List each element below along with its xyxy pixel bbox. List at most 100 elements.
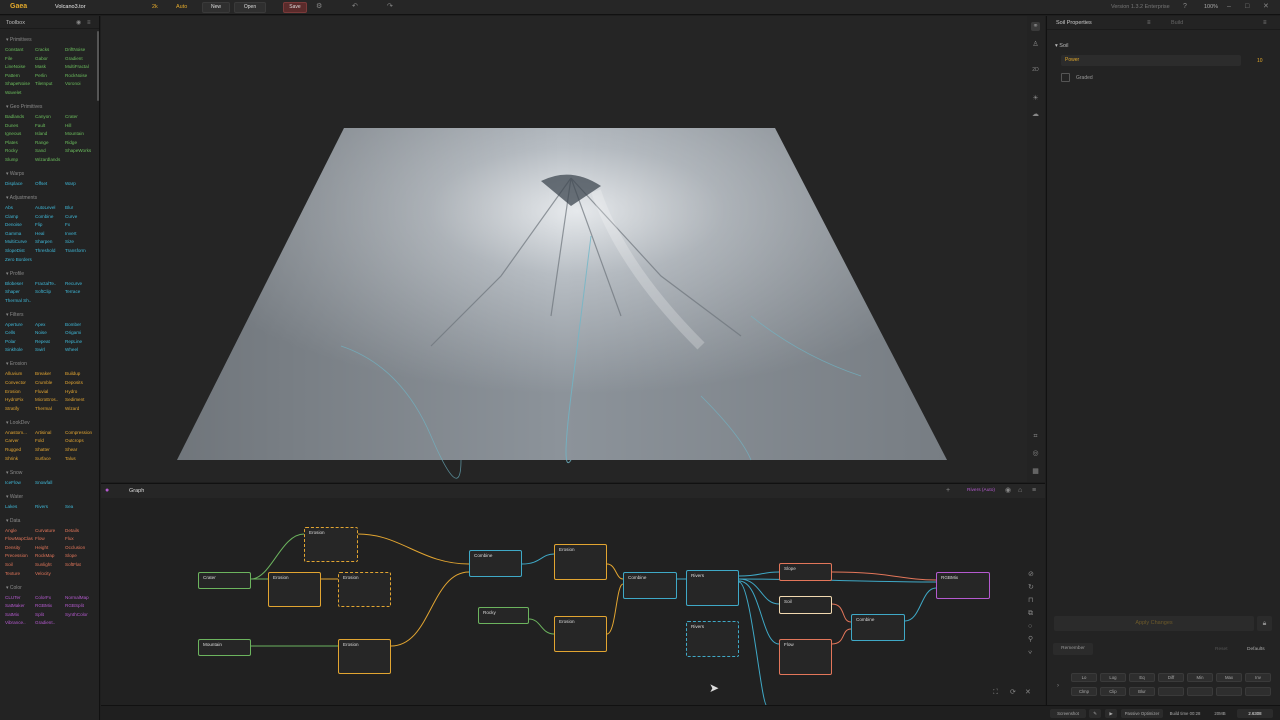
toolbox-node-item[interactable]: Carver bbox=[5, 437, 35, 444]
lock-icon[interactable]: 🔒︎ bbox=[1257, 616, 1272, 631]
toolbox-node-item[interactable]: Abs bbox=[5, 204, 35, 211]
toolbox-node-item[interactable]: Hydro bbox=[65, 388, 99, 395]
toolbox-node-item[interactable]: Erosion bbox=[5, 388, 35, 395]
undo-icon[interactable]: ↶ bbox=[352, 3, 358, 11]
play-icon[interactable]: ▶ bbox=[1105, 709, 1117, 718]
graph-node-rivers[interactable]: Rivers bbox=[686, 621, 739, 657]
toolbox-node-item[interactable]: Cells bbox=[5, 329, 35, 336]
rotate-icon[interactable]: ⟳ bbox=[1010, 689, 1016, 697]
toolbox-node-item[interactable]: Snowfall bbox=[35, 479, 65, 486]
toolbox-node-item[interactable]: Anastom... bbox=[5, 429, 35, 436]
toolbox-node-item[interactable]: Shear bbox=[65, 446, 99, 453]
category-title[interactable]: ▾ Adjustments bbox=[0, 191, 99, 204]
expand-icon[interactable]: › bbox=[1057, 682, 1059, 690]
toolbox-node-item[interactable]: Flip bbox=[35, 221, 65, 228]
toolbox-node-item[interactable]: RockMap bbox=[35, 552, 65, 559]
defaults-button[interactable]: Defaults bbox=[1247, 647, 1265, 652]
toolbox-node-item[interactable]: Mountain bbox=[65, 130, 99, 137]
person-icon[interactable]: ♙ bbox=[1031, 40, 1040, 49]
power-slider[interactable]: Power bbox=[1061, 55, 1241, 66]
toolbox-node-item[interactable]: Gabor bbox=[35, 55, 65, 62]
toolbox-node-item[interactable]: Fluvial bbox=[35, 388, 65, 395]
toolbox-node-item[interactable]: Alluvium bbox=[5, 370, 35, 377]
toolbox-node-item[interactable]: Aperture bbox=[5, 321, 35, 328]
graph-node-mountain[interactable]: Mountain bbox=[198, 639, 251, 656]
toolbox-node-item[interactable]: Sediment bbox=[65, 396, 99, 403]
mix-mode-button[interactable]: Diff bbox=[1158, 673, 1184, 682]
toolbox-node-item[interactable]: RGBMix bbox=[35, 602, 65, 609]
cloud-icon[interactable]: ☁ bbox=[1031, 110, 1040, 119]
mix-mode-button[interactable]: Inv bbox=[1245, 673, 1271, 682]
toolbox-node-item[interactable]: Wizard bbox=[65, 405, 99, 412]
toolbox-node-item[interactable]: Lakes bbox=[5, 503, 35, 510]
category-title[interactable]: ▾ Water bbox=[0, 490, 99, 503]
disable-icon[interactable]: ⊘ bbox=[1028, 571, 1034, 579]
toolbox-node-item[interactable]: Flux bbox=[65, 535, 99, 542]
toolbox-node-item[interactable]: Polar bbox=[5, 338, 35, 345]
mix-mode-button[interactable]: Lo bbox=[1071, 673, 1097, 682]
toolbox-node-item[interactable]: Density bbox=[5, 544, 35, 551]
toolbox-node-item[interactable]: Cracks bbox=[35, 46, 65, 53]
help-icon[interactable]: ? bbox=[1183, 3, 1187, 11]
toolbox-node-item[interactable]: ShapeWorks bbox=[65, 147, 99, 154]
toolbox-node-item[interactable]: Blur bbox=[65, 204, 99, 211]
category-title[interactable]: ▾ Filters bbox=[0, 308, 99, 321]
toolbox-node-item[interactable]: Surface bbox=[35, 455, 65, 462]
mix-mode-button[interactable]: Log bbox=[1100, 673, 1126, 682]
toolbox-node-item[interactable]: Noise bbox=[35, 329, 65, 336]
resolution-dropdown[interactable]: 2k bbox=[152, 4, 158, 10]
toolbox-node-item[interactable]: Rugged bbox=[5, 446, 35, 453]
toolbox-node-item[interactable]: Denoise bbox=[5, 221, 35, 228]
toolbox-node-item[interactable]: Range bbox=[35, 139, 65, 146]
toolbox-node-item[interactable]: Gradient.. bbox=[35, 619, 65, 626]
graph-node-flow[interactable]: Flow bbox=[779, 639, 832, 675]
toolbox-node-item[interactable]: Talus bbox=[65, 455, 99, 462]
toolbox-node-item[interactable]: Shrink bbox=[5, 455, 35, 462]
toolbox-node-item[interactable]: Igneous bbox=[5, 130, 35, 137]
toolbox-node-item[interactable]: Recurve bbox=[65, 280, 99, 287]
save-button[interactable]: Save bbox=[283, 2, 307, 13]
mix-mode-button[interactable]: Min bbox=[1187, 673, 1213, 682]
toolbox-node-item[interactable]: Texture bbox=[5, 570, 35, 577]
toolbox-node-item[interactable]: Details bbox=[65, 527, 99, 534]
toolbox-node-item[interactable]: Convector bbox=[5, 379, 35, 386]
category-title[interactable]: ▾ Color bbox=[0, 581, 99, 594]
toolbox-node-item[interactable]: Fold bbox=[35, 437, 65, 444]
toolbox-node-item[interactable]: Wavelet bbox=[5, 89, 35, 96]
toolbox-node-item[interactable]: Curvature bbox=[35, 527, 65, 534]
toolbox-node-item[interactable]: Thermal Sh.. bbox=[5, 297, 35, 304]
toolbox-node-item[interactable]: Angle bbox=[5, 527, 35, 534]
mix-mode-button[interactable] bbox=[1216, 687, 1242, 696]
toolbox-node-item[interactable]: Rocky bbox=[5, 147, 35, 154]
toolbox-node-item[interactable]: Offset bbox=[35, 180, 65, 187]
close-icon[interactable]: ✕ bbox=[1263, 3, 1269, 11]
graph-node-rgbmix[interactable]: RGBMix bbox=[936, 572, 990, 599]
build-menu-icon[interactable]: ≡ bbox=[1263, 19, 1267, 27]
link-icon[interactable]: ⚭ bbox=[1031, 22, 1040, 31]
eye-icon[interactable]: ◉ bbox=[76, 19, 81, 27]
sun-icon[interactable]: ☀ bbox=[1031, 94, 1040, 103]
props-menu-icon[interactable]: ≡ bbox=[1147, 19, 1151, 27]
crop-icon[interactable]: ⌗ bbox=[1031, 432, 1040, 441]
toolbox-node-item[interactable]: Plates bbox=[5, 139, 35, 146]
graph-node-combine[interactable]: Combine bbox=[469, 550, 522, 577]
toolbox-node-item[interactable]: Origami bbox=[65, 329, 99, 336]
toolbox-node-item[interactable]: File bbox=[5, 55, 35, 62]
toolbox-node-item[interactable]: Outcrops bbox=[65, 437, 99, 444]
minimize-icon[interactable]: – bbox=[1227, 3, 1231, 11]
toolbox-node-item[interactable]: SatMix bbox=[5, 611, 35, 618]
toolbox-node-item[interactable]: RGBSplit bbox=[65, 602, 99, 609]
toolbox-node-item[interactable]: Constant bbox=[5, 46, 35, 53]
toolbox-node-item[interactable]: Wizardlands bbox=[35, 156, 65, 163]
graph-node-soil[interactable]: Soil bbox=[779, 596, 832, 614]
toolbox-node-item[interactable]: Thermal bbox=[35, 405, 65, 412]
redo-icon[interactable]: ↷ bbox=[387, 3, 393, 11]
toolbox-node-item[interactable]: Canyon bbox=[35, 113, 65, 120]
mix-mode-button[interactable]: Eq bbox=[1129, 673, 1155, 682]
toolbox-node-item[interactable]: Hill bbox=[65, 122, 99, 129]
mix-mode-button[interactable] bbox=[1158, 687, 1184, 696]
toolbox-node-item[interactable]: Repeat bbox=[35, 338, 65, 345]
toolbox-node-item[interactable]: Artisinal bbox=[35, 429, 65, 436]
maximize-icon[interactable]: □ bbox=[1245, 3, 1249, 11]
mix-mode-button[interactable] bbox=[1187, 687, 1213, 696]
